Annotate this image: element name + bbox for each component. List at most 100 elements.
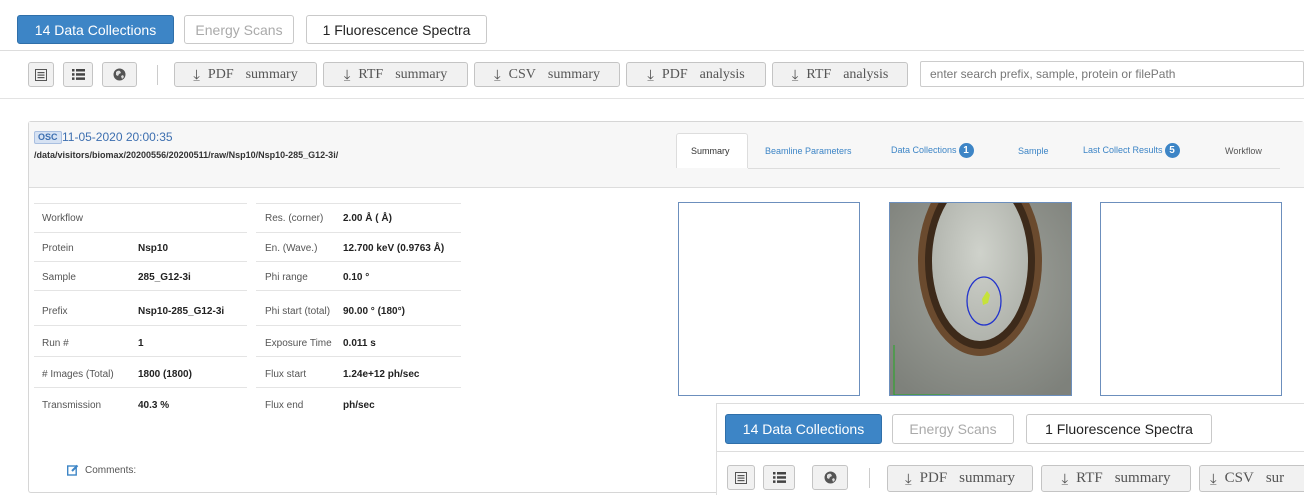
- row-line: [34, 261, 247, 262]
- row-line: [256, 325, 461, 326]
- tab-beamline-parameters[interactable]: Beamline Parameters: [765, 146, 852, 156]
- divider: [717, 451, 1304, 452]
- cell-value: 2.00 Å ( Å): [343, 213, 392, 224]
- download-icon: ⤓: [647, 65, 654, 84]
- collection-datetime: 11-05-2020 20:00:35: [62, 130, 173, 144]
- tab-data-collections[interactable]: 14 Data Collections: [17, 15, 174, 44]
- tab-energy-scans[interactable]: Energy Scans: [184, 15, 294, 44]
- overlay-tab-energy-scans[interactable]: Energy Scans: [892, 414, 1014, 444]
- list-icon: [71, 69, 85, 80]
- cell-label: Run #: [42, 338, 69, 349]
- cell-value: 1.24e+12 ph/sec: [343, 369, 420, 380]
- download-icon: ⤓: [905, 469, 912, 488]
- download-icon: ⤓: [791, 65, 799, 84]
- overlay-rtf-summary-button[interactable]: ⤓ RTF summary: [1041, 465, 1191, 492]
- collection-path: /data/visitors/biomax/20200556/20200511/…: [34, 150, 339, 160]
- row-line: [34, 356, 247, 357]
- tab-fluorescence-spectra[interactable]: 1 Fluorescence Spectra: [306, 15, 487, 44]
- tab-workflow[interactable]: Workflow: [1225, 146, 1262, 156]
- overlay-globe-view-button[interactable]: [812, 465, 848, 490]
- list-detail-icon: [735, 471, 747, 484]
- cell-label: Flux start: [265, 369, 307, 380]
- list-detail-icon: [35, 68, 47, 81]
- download-icon: ⤓: [193, 65, 200, 84]
- tab-summary-label: Summary: [691, 146, 730, 156]
- detail-view-button[interactable]: [28, 62, 54, 87]
- crystal-snapshot-image: [890, 203, 1071, 395]
- cell-label: Res. (corner): [265, 213, 324, 224]
- row-line: [34, 203, 247, 204]
- tab-data-collections-detail[interactable]: Data Collections 1: [891, 143, 974, 158]
- row-line: [34, 232, 247, 233]
- row-line: [256, 290, 461, 291]
- cell-value: 90.00 ° (180°): [343, 306, 405, 317]
- row-line: [256, 232, 461, 233]
- pdf-summary-button[interactable]: ⤓ PDF summary: [174, 62, 317, 87]
- osc-badge: OSC: [34, 131, 62, 144]
- row-line: [34, 387, 247, 388]
- download-icon: ⤓: [494, 65, 501, 84]
- divider: [0, 98, 1304, 99]
- row-line: [256, 203, 461, 204]
- row-line: [34, 290, 247, 291]
- overlay-list-view-button[interactable]: [763, 465, 795, 490]
- cell-label: Sample: [42, 272, 76, 283]
- edit-icon: [67, 464, 79, 476]
- cell-label: # Images (Total): [42, 369, 114, 380]
- comments-button[interactable]: Comments:: [67, 464, 136, 476]
- tab-sample[interactable]: Sample: [1018, 146, 1049, 156]
- cell-value: 12.700 keV (0.9763 Å): [343, 243, 445, 254]
- cell-label: Workflow: [42, 213, 83, 224]
- overlay-window: 14 Data Collections Energy Scans 1 Fluor…: [716, 403, 1304, 495]
- toolbar-separator: [157, 65, 158, 85]
- overlay-detail-view-button[interactable]: [727, 465, 755, 490]
- row-line: [256, 261, 461, 262]
- cell-label: Phi range: [265, 272, 308, 283]
- count-badge: 1: [958, 143, 974, 158]
- cell-label: Prefix: [42, 306, 68, 317]
- cell-label: Transmission: [42, 400, 102, 411]
- cell-value: 40.3 %: [138, 400, 170, 411]
- diffraction-image-1[interactable]: [678, 202, 860, 396]
- diffraction-image-2[interactable]: [1100, 202, 1282, 396]
- cell-label: Exposure Time: [265, 338, 332, 349]
- row-line: [34, 325, 247, 326]
- cell-value: ph/sec: [343, 400, 375, 411]
- rtf-analysis-button[interactable]: ⤓ RTF analysis: [772, 62, 908, 87]
- download-icon: ⤓: [1210, 469, 1217, 488]
- download-icon: ⤓: [343, 65, 351, 84]
- globe-icon: [113, 68, 126, 81]
- search-input[interactable]: enter search prefix, sample, protein or …: [920, 61, 1304, 87]
- divider: [0, 50, 1304, 51]
- cell-value: Nsp10: [138, 243, 169, 254]
- row-line: [256, 356, 461, 357]
- overlay-pdf-summary-button[interactable]: ⤓ PDF summary: [887, 465, 1033, 492]
- cell-value: 285_G12-3i: [138, 272, 191, 283]
- tab-underline: [748, 168, 1280, 169]
- cell-label: Protein: [42, 243, 74, 254]
- overlay-tab-fluorescence-spectra[interactable]: 1 Fluorescence Spectra: [1026, 414, 1212, 444]
- rtf-summary-button[interactable]: ⤓ RTF summary: [323, 62, 468, 87]
- overlay-csv-summary-button[interactable]: ⤓ CSV sur: [1199, 465, 1304, 492]
- csv-summary-button[interactable]: ⤓ CSV summary: [474, 62, 620, 87]
- cell-value: 0.10 °: [343, 272, 370, 283]
- cell-value: 1800 (1800): [138, 369, 192, 380]
- count-badge: 5: [1164, 143, 1180, 158]
- download-icon: ⤓: [1061, 469, 1069, 488]
- pdf-analysis-button[interactable]: ⤓ PDF analysis: [626, 62, 766, 87]
- cell-value: 1: [138, 338, 144, 349]
- toolbar-separator: [869, 468, 870, 488]
- cell-label: Flux end: [265, 400, 304, 411]
- cell-label: En. (Wave.): [265, 243, 318, 254]
- tab-last-collect-results[interactable]: Last Collect Results 5: [1083, 143, 1180, 158]
- globe-view-button[interactable]: [102, 62, 137, 87]
- list-icon: [772, 472, 786, 483]
- globe-icon: [824, 471, 836, 484]
- list-view-button[interactable]: [63, 62, 93, 87]
- row-line: [256, 387, 461, 388]
- cell-value: 0.011 s: [343, 338, 376, 349]
- cell-label: Phi start (total): [265, 306, 331, 317]
- crystal-snapshot[interactable]: [889, 202, 1072, 396]
- cell-value: Nsp10-285_G12-3i: [138, 306, 225, 317]
- overlay-tab-data-collections[interactable]: 14 Data Collections: [725, 414, 882, 444]
